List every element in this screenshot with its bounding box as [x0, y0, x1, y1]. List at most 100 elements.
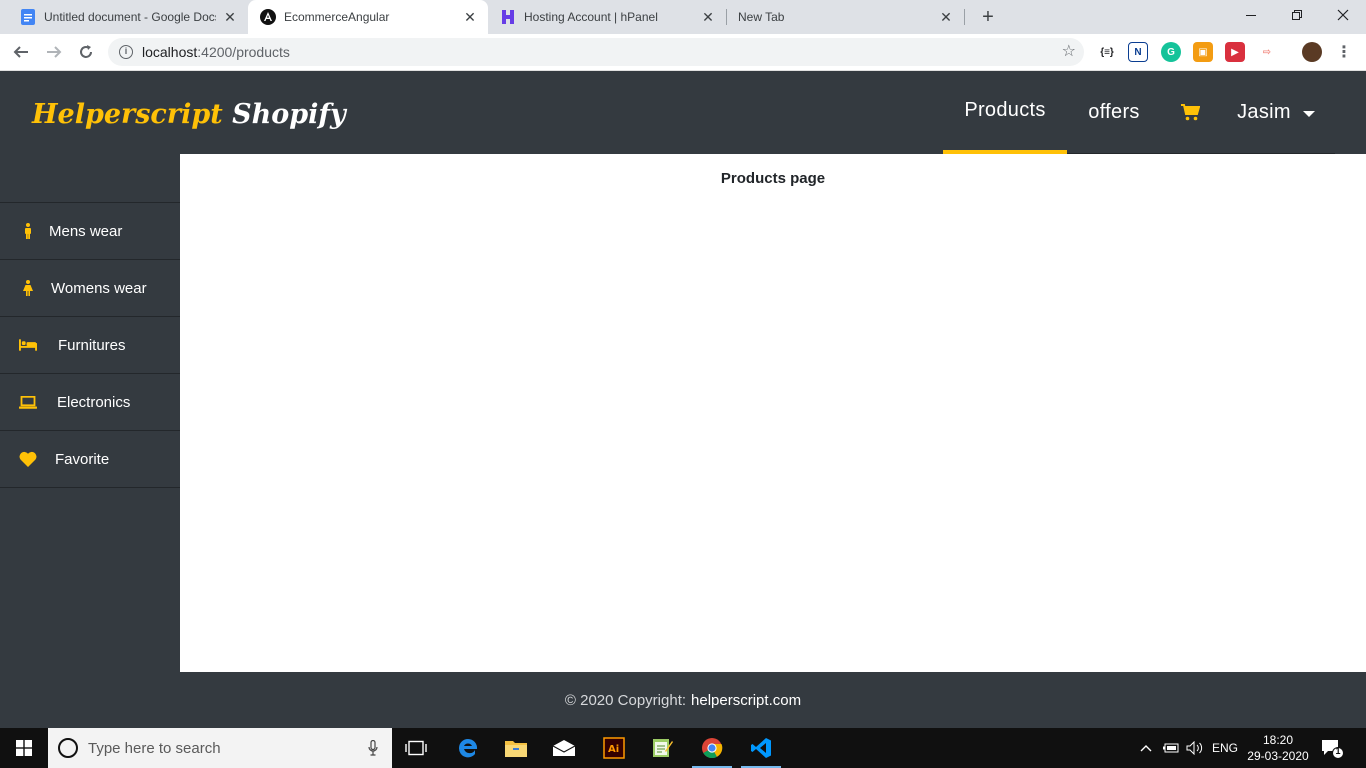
json-extension-icon[interactable]: {≡}	[1097, 42, 1117, 62]
tab-title: EcommerceAngular	[284, 10, 390, 24]
browser-toolbar: i localhost:4200/products ☆ {≡} N G ▣ ▶ …	[0, 34, 1366, 71]
file-explorer-taskbar-icon[interactable]	[492, 728, 540, 768]
brand-part1: Helperscript	[32, 99, 223, 130]
tab-google-docs[interactable]: Untitled document - Google Docs ✕	[8, 0, 248, 34]
user-name: Jasim	[1237, 101, 1291, 123]
extension-icon[interactable]: ▣	[1193, 42, 1213, 62]
video-extension-icon[interactable]: ▶	[1225, 42, 1245, 62]
window-close-button[interactable]	[1320, 0, 1366, 30]
battery-tray-icon[interactable]	[1163, 728, 1179, 768]
url-text[interactable]: localhost:4200/products	[142, 44, 290, 60]
tab-ecommerce-angular[interactable]: EcommerceAngular ✕	[248, 0, 488, 34]
browser-tab-strip: Untitled document - Google Docs ✕ Ecomme…	[0, 0, 1366, 34]
tab-hosting-account[interactable]: Hosting Account | hPanel ✕	[488, 0, 726, 34]
task-view-button[interactable]	[392, 728, 440, 768]
reload-button[interactable]	[72, 38, 100, 66]
url-path: :4200/products	[197, 44, 290, 60]
notepad-icon	[653, 739, 673, 757]
battery-icon	[1163, 743, 1179, 753]
restore-button[interactable]	[1274, 0, 1320, 30]
illustrator-icon: Ai	[603, 737, 625, 759]
clock-time: 18:20	[1262, 733, 1294, 747]
minimize-button[interactable]	[1228, 0, 1274, 30]
action-center-button[interactable]: 1	[1320, 736, 1350, 760]
chevron-up-icon	[1140, 745, 1152, 752]
show-hidden-icons-button[interactable]	[1140, 728, 1152, 768]
main-content: Products page	[180, 154, 1366, 672]
taskbar-search[interactable]: Type here to search	[48, 728, 392, 768]
cortana-icon	[58, 738, 78, 758]
close-icon[interactable]: ✕	[700, 9, 716, 25]
sidebar-divider	[0, 487, 180, 488]
angular-icon	[260, 9, 276, 25]
profile-avatar[interactable]	[1302, 42, 1322, 62]
volume-tray-icon[interactable]	[1186, 728, 1204, 768]
task-view-icon	[405, 740, 427, 756]
app-header: Helperscript Shopify Products offers Jas…	[0, 71, 1366, 154]
mail-icon	[553, 740, 575, 756]
sidebar-item-label: Womens wear	[51, 279, 147, 297]
page-title: Products page	[720, 170, 826, 187]
nav-user-dropdown[interactable]: Jasim	[1226, 71, 1326, 154]
hostinger-icon	[500, 9, 516, 25]
forward-arrow-icon	[47, 46, 62, 58]
footer-link[interactable]: helperscript.com	[691, 692, 801, 709]
sidebar-item-mens-wear[interactable]: Mens wear	[0, 202, 180, 259]
start-button[interactable]	[0, 728, 48, 768]
share-extension-icon[interactable]: ⇨	[1257, 42, 1277, 62]
address-bar[interactable]: i localhost:4200/products ☆	[108, 38, 1084, 66]
folder-icon	[505, 741, 527, 757]
mail-taskbar-icon[interactable]	[540, 728, 588, 768]
bookmark-star-icon[interactable]: ☆	[1062, 43, 1076, 61]
tab-title: New Tab	[738, 10, 785, 24]
editor-taskbar-icon[interactable]	[638, 728, 686, 768]
footer-copyright: © 2020 Copyright:	[564, 691, 687, 709]
edge-icon	[458, 738, 478, 758]
back-button[interactable]	[7, 38, 35, 66]
nav-offers[interactable]: offers	[1073, 71, 1155, 154]
reload-icon	[80, 45, 92, 58]
sidebar-item-womens-wear[interactable]: Womens wear	[0, 259, 180, 316]
brand-part2: Shopify	[232, 99, 346, 130]
sidebar-item-electronics[interactable]: Electronics	[0, 373, 180, 430]
bed-icon	[19, 339, 37, 351]
brand-logo[interactable]: Helperscript Shopify	[32, 99, 346, 130]
tab-title: Untitled document - Google Docs	[44, 10, 216, 24]
tab-new-tab[interactable]: New Tab ✕	[726, 0, 964, 34]
sidebar-item-label: Furnitures	[58, 336, 126, 354]
vscode-taskbar-icon[interactable]	[737, 728, 785, 768]
close-icon[interactable]: ✕	[938, 9, 954, 25]
grammarly-icon[interactable]: G	[1161, 42, 1181, 62]
nav-products[interactable]: Products	[943, 71, 1067, 154]
close-icon[interactable]: ✕	[462, 9, 478, 25]
tab-separator	[964, 9, 965, 25]
close-icon[interactable]: ✕	[222, 9, 238, 25]
chrome-taskbar-icon[interactable]	[688, 728, 736, 768]
new-tab-button[interactable]: +	[977, 6, 999, 28]
url-host: localhost	[142, 44, 198, 60]
nav-cart[interactable]	[1172, 71, 1208, 154]
taskbar: Type here to search Ai ENG 18:20 29-03-2…	[0, 728, 1366, 768]
windows-icon	[16, 740, 32, 756]
system-clock[interactable]: 18:20 29-03-2020	[1240, 732, 1316, 764]
sidebar-item-furnitures[interactable]: Furnitures	[0, 316, 180, 373]
sidebar-item-label: Electronics	[57, 393, 131, 411]
caret-down-icon	[1302, 110, 1315, 117]
laptop-icon	[19, 395, 37, 409]
vscode-icon	[751, 738, 771, 758]
edge-taskbar-icon[interactable]	[444, 728, 492, 768]
sidebar-item-label: Favorite	[55, 450, 110, 468]
info-icon[interactable]: i	[119, 45, 133, 59]
microphone-icon[interactable]	[368, 739, 378, 761]
language-indicator[interactable]: ENG	[1212, 728, 1238, 768]
tab-title: Hosting Account | hPanel	[524, 10, 658, 24]
n-extension-icon[interactable]: N	[1128, 42, 1148, 62]
notification-count: 1	[1335, 746, 1341, 756]
sidebar-item-favorite[interactable]: Favorite	[0, 430, 180, 487]
sidebar: Mens wear Womens wear Furnitures Electro…	[0, 154, 180, 672]
male-icon	[19, 223, 37, 239]
docs-icon	[20, 9, 36, 25]
illustrator-taskbar-icon[interactable]: Ai	[590, 728, 638, 768]
forward-button[interactable]	[40, 38, 68, 66]
browser-menu-icon[interactable]: ⋮	[1334, 42, 1354, 62]
